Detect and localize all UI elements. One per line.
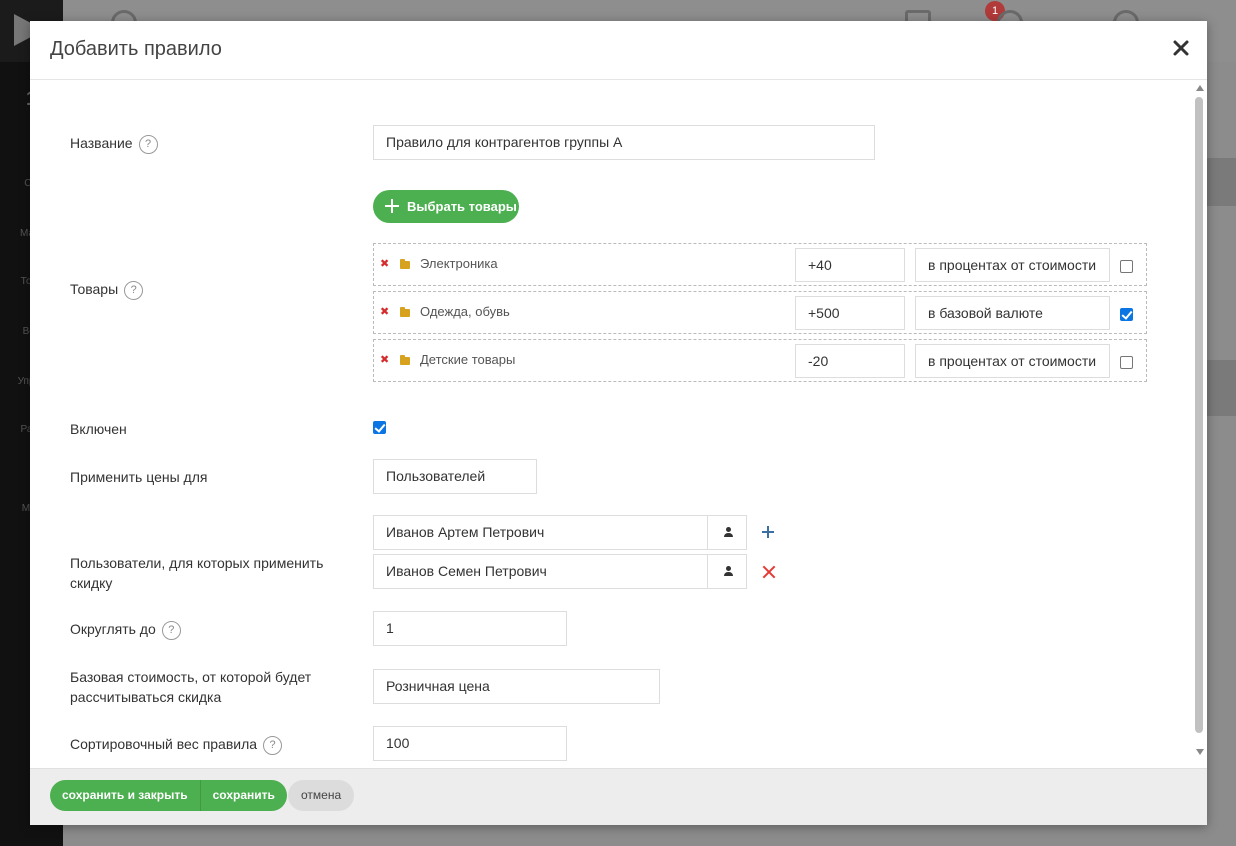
user-name: Иванов Семен Петрович bbox=[386, 563, 547, 579]
add-rule-dialog: Добавить правило Название? Правило для к… bbox=[30, 21, 1207, 825]
help-icon[interactable]: ? bbox=[161, 620, 181, 640]
user-field[interactable]: Иванов Артем Петрович bbox=[373, 515, 747, 550]
choose-user-button[interactable] bbox=[707, 516, 747, 549]
cancel-button[interactable]: отмена bbox=[288, 780, 355, 811]
dialog-footer: сохранить и закрыть сохранить отмена bbox=[30, 768, 1207, 825]
product-checkbox[interactable] bbox=[1120, 308, 1133, 321]
remove-user-icon[interactable] bbox=[762, 565, 776, 579]
save-and-close-button[interactable]: сохранить и закрыть bbox=[50, 780, 200, 811]
enabled-checkbox[interactable] bbox=[373, 421, 386, 434]
dialog-header: Добавить правило bbox=[30, 21, 1207, 80]
scroll-up-icon[interactable] bbox=[1196, 85, 1204, 91]
users-label: Пользователи, для которых применить скид… bbox=[70, 555, 324, 591]
plus-icon bbox=[385, 199, 399, 213]
product-value-input[interactable]: +500 bbox=[795, 296, 905, 330]
user-icon bbox=[724, 566, 733, 576]
save-button[interactable]: сохранить bbox=[199, 780, 287, 811]
user-name: Иванов Артем Петрович bbox=[386, 524, 545, 540]
user-icon bbox=[724, 527, 733, 537]
enabled-label: Включен bbox=[70, 421, 127, 437]
sort-weight-label: Сортировочный вес правила? bbox=[70, 734, 283, 755]
help-icon[interactable]: ? bbox=[124, 280, 144, 300]
folder-icon bbox=[400, 259, 410, 269]
name-label: Название? bbox=[70, 133, 158, 154]
base-price-label: Базовая стоимость, от которой будет расс… bbox=[70, 669, 312, 705]
dialog-title: Добавить правило bbox=[50, 38, 222, 60]
dialog-body: Название? Правило для контрагентов групп… bbox=[30, 81, 1207, 768]
product-checkbox[interactable] bbox=[1120, 356, 1133, 369]
product-value-input[interactable]: -20 bbox=[795, 344, 905, 378]
folder-icon bbox=[400, 355, 410, 365]
apply-for-label: Применить цены для bbox=[70, 469, 208, 485]
remove-product-icon[interactable]: ✖ bbox=[380, 305, 389, 318]
product-name: Детские товары bbox=[420, 352, 516, 367]
user-field[interactable]: Иванов Семен Петрович bbox=[373, 554, 747, 589]
products-label: Товары? bbox=[70, 279, 144, 300]
scroll-down-icon[interactable] bbox=[1196, 749, 1204, 755]
round-to-input[interactable]: 1 bbox=[373, 611, 567, 646]
bg-row bbox=[1206, 158, 1236, 206]
product-checkbox[interactable] bbox=[1120, 260, 1133, 273]
scroll-thumb[interactable] bbox=[1195, 97, 1203, 733]
help-icon[interactable]: ? bbox=[263, 735, 283, 755]
close-icon[interactable] bbox=[1170, 37, 1192, 59]
sort-weight-input[interactable]: 100 bbox=[373, 726, 567, 761]
product-value-input[interactable]: +40 bbox=[795, 248, 905, 282]
remove-product-icon[interactable]: ✖ bbox=[380, 257, 389, 270]
product-row: ✖ Детские товары -20 в процентах от стои… bbox=[373, 339, 1147, 382]
remove-product-icon[interactable]: ✖ bbox=[380, 353, 389, 366]
product-mode-select[interactable]: в процентах от стоимости bbox=[915, 248, 1110, 282]
product-mode-select[interactable]: в процентах от стоимости bbox=[915, 344, 1110, 378]
product-row: ✖ Одежда, обувь +500 в базовой валюте bbox=[373, 291, 1147, 334]
product-row: ✖ Электроника +40 в процентах от стоимос… bbox=[373, 243, 1147, 286]
save-button-group: сохранить и закрыть сохранить bbox=[50, 780, 287, 811]
add-user-icon[interactable] bbox=[762, 526, 774, 538]
product-name: Одежда, обувь bbox=[420, 304, 510, 319]
choose-user-button[interactable] bbox=[707, 555, 747, 588]
product-name: Электроника bbox=[420, 256, 498, 271]
folder-icon bbox=[400, 307, 410, 317]
product-mode-select[interactable]: в базовой валюте bbox=[915, 296, 1110, 330]
bg-row bbox=[1206, 360, 1236, 416]
apply-for-select[interactable]: Пользователей bbox=[373, 459, 537, 494]
help-icon[interactable]: ? bbox=[138, 134, 158, 154]
base-price-select[interactable]: Розничная цена bbox=[373, 669, 660, 704]
select-products-button[interactable]: Выбрать товары bbox=[373, 190, 519, 223]
dialog-scrollbar[interactable] bbox=[1194, 83, 1206, 763]
name-input[interactable]: Правило для контрагентов группы А bbox=[373, 125, 875, 160]
round-to-label: Округлять до? bbox=[70, 619, 181, 640]
